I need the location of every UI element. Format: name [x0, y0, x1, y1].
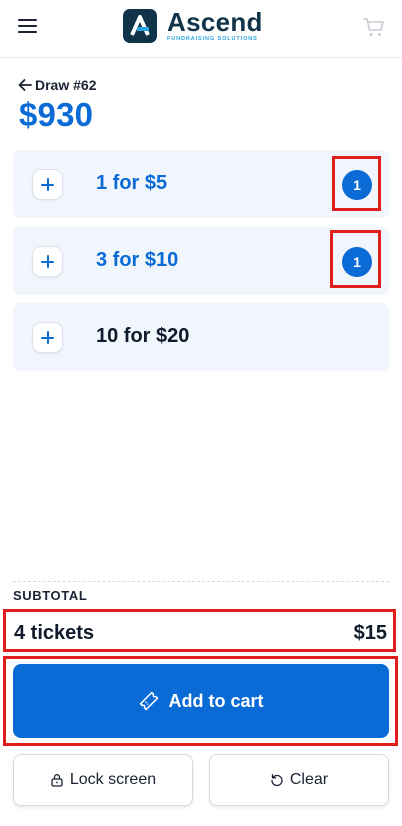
divider	[13, 581, 389, 582]
subtotal-amount: $15	[353, 622, 387, 644]
clear-button[interactable]: Clear	[209, 754, 389, 806]
clear-label: Clear	[289, 771, 329, 788]
add-to-cart-label: Add to cart	[168, 690, 264, 711]
draw-label: Draw #62	[35, 77, 97, 93]
subtotal-label: SUBTOTAL	[13, 588, 88, 603]
menu-icon[interactable]	[18, 17, 38, 35]
logo-mark-icon	[123, 9, 157, 43]
ascend-logo: Ascend FUNDRAISING SOLUTIONS	[123, 8, 263, 44]
lock-screen-button[interactable]: Lock screen	[13, 754, 193, 806]
plus-icon[interactable]	[32, 322, 63, 353]
option-label: 3 for $10	[96, 249, 179, 271]
option-label: 1 for $5	[96, 172, 168, 194]
back-link[interactable]: Draw #62	[17, 76, 96, 94]
plus-icon[interactable]	[32, 169, 63, 200]
app-header: Ascend FUNDRAISING SOLUTIONS	[0, 0, 402, 58]
ticket-option-1-for-5[interactable]: 1 for $5 1	[13, 150, 389, 218]
quantity-badge: 1	[342, 170, 372, 200]
logo-wordmark: Ascend	[167, 7, 263, 37]
arrow-left-icon	[18, 79, 32, 91]
add-to-cart-button[interactable]: Add to cart	[13, 664, 389, 738]
shopping-cart-icon[interactable]	[363, 16, 385, 38]
ticket-icon	[140, 691, 159, 711]
reset-icon	[271, 774, 283, 787]
lock-icon	[51, 774, 63, 787]
plus-icon[interactable]	[32, 246, 63, 277]
ticket-option-10-for-20[interactable]: 10 for $20	[13, 303, 389, 371]
logo-subtitle: FUNDRAISING SOLUTIONS	[167, 36, 258, 42]
option-label: 10 for $20	[96, 325, 190, 347]
lock-screen-label: Lock screen	[69, 771, 157, 788]
ticket-option-3-for-10[interactable]: 3 for $10 1	[13, 227, 389, 295]
tickets-count: 4 tickets	[14, 622, 95, 644]
quantity-badge: 1	[342, 247, 372, 277]
jackpot-amount: $930	[19, 96, 94, 133]
